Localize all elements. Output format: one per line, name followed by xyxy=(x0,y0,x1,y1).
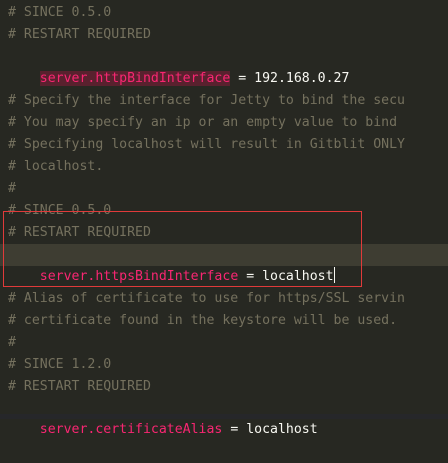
code-editor[interactable]: # SINCE 0.5.0 # RESTART REQUIRED server.… xyxy=(0,0,448,437)
comment-line: # SINCE 0.5.0 xyxy=(8,203,112,218)
setting-key: server.httpsBindInterface xyxy=(39,269,239,284)
comment-line: # RESTART REQUIRED xyxy=(8,379,151,394)
assign-operator: = xyxy=(238,269,263,284)
comment-line: # xyxy=(8,181,16,196)
bottom-edge-strip xyxy=(0,414,448,419)
setting-line-https-bind-interface[interactable]: server.httpsBindInterface = localhost xyxy=(0,244,448,284)
comment-line: # Alias of certificate to use for https/… xyxy=(8,291,405,306)
comment-line: # RESTART REQUIRED xyxy=(8,225,151,240)
comment-line: # certificate found in the keystore will… xyxy=(8,313,398,328)
assign-operator: = xyxy=(230,71,255,86)
comment-line: # SINCE 0.5.0 xyxy=(8,5,112,20)
setting-key: server.httpBindInterface xyxy=(39,71,231,86)
comment-line: # SINCE 1.2.0 xyxy=(8,357,112,372)
setting-value[interactable]: localhost xyxy=(246,422,317,437)
setting-key: server.certificateAlias xyxy=(39,422,223,437)
comment-line: # localhost. xyxy=(8,159,104,174)
setting-value[interactable]: localhost xyxy=(262,269,333,284)
comment-line: # You may specify an ip or an empty valu… xyxy=(8,115,398,130)
comment-line: # Specifying localhost will result in Gi… xyxy=(8,137,405,152)
comment-line: # RESTART REQUIRED xyxy=(8,27,151,42)
setting-line-http-bind-interface[interactable]: server.httpBindInterface = 192.168.0.27 xyxy=(8,46,349,86)
setting-value[interactable]: 192.168.0.27 xyxy=(254,71,349,86)
comment-line: # xyxy=(8,335,16,350)
comment-line: # Specify the interface for Jetty to bin… xyxy=(8,93,405,108)
text-cursor xyxy=(333,267,335,283)
assign-operator: = xyxy=(222,422,247,437)
